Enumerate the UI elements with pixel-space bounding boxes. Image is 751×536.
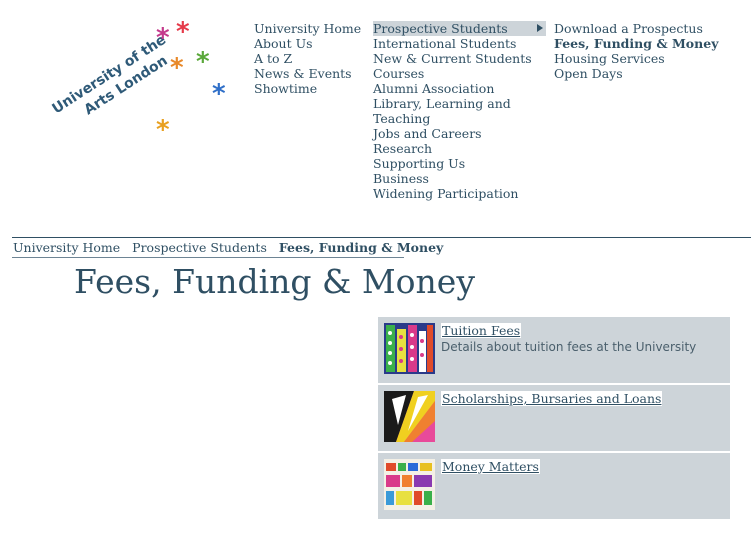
- logo-asterisk-magenta: *: [156, 23, 170, 53]
- breadcrumb-home[interactable]: University Home: [13, 240, 120, 255]
- nav-housing-services[interactable]: Housing Services: [554, 51, 718, 66]
- breadcrumb: University Home Prospective Students Fee…: [13, 240, 451, 255]
- logo-asterisk-blue: *: [212, 79, 226, 109]
- money-matters-thumbnail[interactable]: [384, 459, 435, 510]
- nav-international-students[interactable]: International Students: [373, 36, 546, 51]
- card-scholarships[interactable]: Scholarships, Bursaries and Loans: [378, 383, 730, 451]
- logo-asterisk-red: *: [176, 17, 190, 47]
- nav-supporting-us[interactable]: Supporting Us: [373, 156, 546, 171]
- nav-business[interactable]: Business: [373, 171, 546, 186]
- nav-fees-funding-money[interactable]: Fees, Funding & Money: [554, 36, 718, 51]
- nav-showtime[interactable]: Showtime: [254, 81, 361, 96]
- nav-university-home[interactable]: University Home: [254, 21, 361, 36]
- breadcrumb-section[interactable]: Prospective Students: [132, 240, 267, 255]
- secondary-nav: Prospective Students International Stude…: [373, 21, 546, 201]
- nav-open-days[interactable]: Open Days: [554, 66, 718, 81]
- money-matters-link[interactable]: Money Matters: [441, 459, 540, 474]
- university-logo[interactable]: University of the Arts London * * * * * …: [40, 14, 240, 144]
- header-divider: [12, 237, 751, 238]
- nav-download-prospectus[interactable]: Download a Prospectus: [554, 21, 718, 36]
- tertiary-nav: Download a Prospectus Fees, Funding & Mo…: [554, 21, 718, 81]
- logo-asterisk-orange2: *: [156, 115, 170, 144]
- nav-new-current-students[interactable]: New & Current Students: [373, 51, 546, 66]
- tuition-fees-thumbnail[interactable]: [384, 323, 435, 374]
- nav-a-to-z[interactable]: A to Z: [254, 51, 361, 66]
- nav-news-events[interactable]: News & Events: [254, 66, 361, 81]
- nav-prospective-students-label: Prospective Students: [373, 21, 508, 36]
- breadcrumb-underline: [12, 257, 404, 258]
- nav-prospective-students[interactable]: Prospective Students: [373, 21, 546, 36]
- link-panel: Tuition Fees Details about tuition fees …: [378, 317, 730, 519]
- card-money-matters[interactable]: Money Matters: [378, 451, 730, 519]
- scholarships-link[interactable]: Scholarships, Bursaries and Loans: [441, 391, 663, 406]
- breadcrumb-current: Fees, Funding & Money: [278, 240, 444, 255]
- nav-courses[interactable]: Courses: [373, 66, 546, 81]
- logo-asterisk-orange: *: [170, 53, 184, 83]
- page-title: Fees, Funding & Money: [74, 262, 475, 301]
- nav-library-learning[interactable]: Library, Learning and: [373, 96, 546, 111]
- scholarships-thumbnail[interactable]: [384, 391, 435, 442]
- nav-alumni-association[interactable]: Alumni Association: [373, 81, 546, 96]
- tuition-fees-link[interactable]: Tuition Fees: [441, 323, 522, 338]
- logo-asterisk-green: *: [196, 47, 210, 77]
- arrow-right-icon: [537, 24, 543, 32]
- card-tuition-fees[interactable]: Tuition Fees Details about tuition fees …: [378, 317, 730, 383]
- nav-widening-participation[interactable]: Widening Participation: [373, 186, 546, 201]
- primary-nav: University Home About Us A to Z News & E…: [254, 21, 361, 96]
- nav-about-us[interactable]: About Us: [254, 36, 361, 51]
- nav-research[interactable]: Research: [373, 141, 546, 156]
- nav-jobs-careers[interactable]: Jobs and Careers: [373, 126, 546, 141]
- tuition-fees-description: Details about tuition fees at the Univer…: [441, 340, 697, 354]
- nav-library-learning-teaching[interactable]: Teaching: [373, 111, 546, 126]
